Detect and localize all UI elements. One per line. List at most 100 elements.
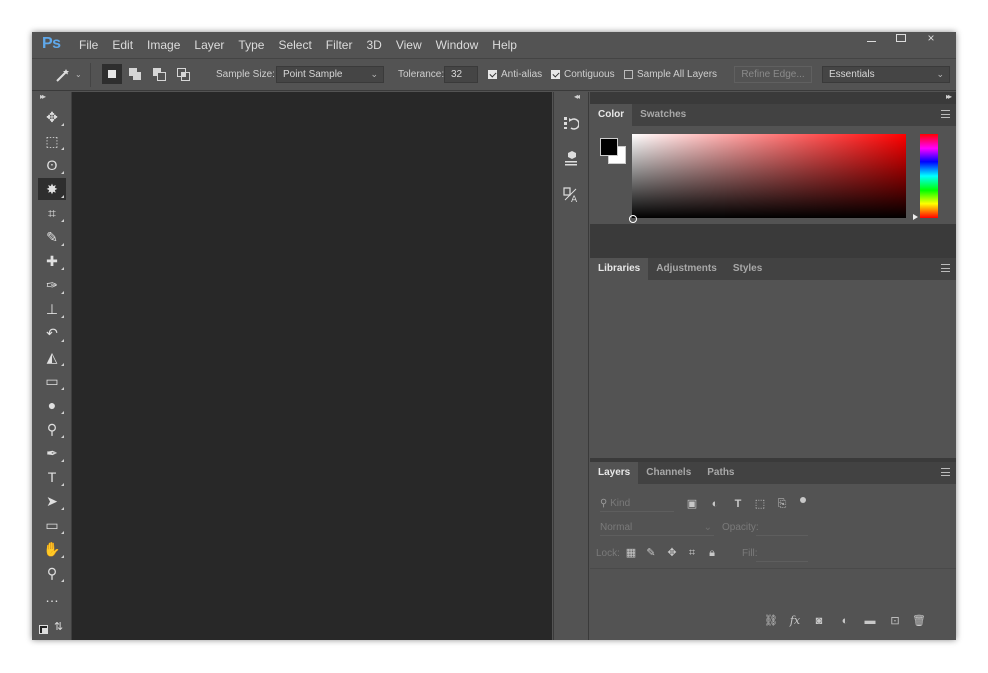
sample-all-layers-checkbox[interactable]: Sample All Layers (624, 59, 717, 90)
minimize-button[interactable] (856, 32, 886, 46)
add-mask-icon[interactable]: ◙ (812, 614, 826, 628)
color-picker-marker[interactable] (629, 215, 637, 223)
history-brush-icon: ↶ (46, 324, 58, 341)
move-tool-button[interactable]: ✥ (38, 106, 66, 128)
menu-type[interactable]: Type (231, 32, 271, 58)
gradient-button[interactable]: ▭ (38, 370, 66, 392)
blur-button[interactable]: ● (38, 394, 66, 416)
eraser-button[interactable]: ◭ (38, 346, 66, 368)
layer-style-fx-icon[interactable]: fx (788, 614, 802, 628)
type-button[interactable]: T (38, 466, 66, 488)
eyedropper-button[interactable]: ✎ (38, 226, 66, 248)
opacity-input[interactable] (756, 520, 808, 536)
menu-file[interactable]: File (72, 32, 105, 58)
close-button[interactable]: × (916, 32, 946, 46)
healing-brush-button[interactable]: ✚ (38, 250, 66, 272)
lock-position-icon[interactable]: ✥ (665, 546, 679, 560)
tolerance-value: 32 (451, 69, 463, 80)
menu-layer[interactable]: Layer (187, 32, 231, 58)
filter-adjustment-icon[interactable]: ◐ (708, 497, 722, 511)
new-selection-button[interactable] (102, 64, 122, 84)
pen-button[interactable]: ✒ (38, 442, 66, 464)
saturation-brightness-field[interactable] (632, 134, 906, 218)
crop-button[interactable]: ⌗ (38, 202, 66, 224)
add-to-selection-button[interactable] (128, 67, 144, 82)
history-brush-button[interactable]: ↶ (38, 322, 66, 344)
hue-slider-handle[interactable] (913, 214, 918, 220)
path-selection-button[interactable]: ➤ (38, 490, 66, 512)
document-canvas-area[interactable] (72, 92, 552, 640)
maximize-button[interactable] (886, 32, 916, 46)
tab-libraries[interactable]: Libraries (590, 258, 649, 280)
expand-panels-icon[interactable]: ◂◂ (574, 92, 580, 101)
lasso-button[interactable]: ʘ (38, 154, 66, 176)
subtract-from-selection-button[interactable] (152, 67, 168, 82)
lock-image-pixels-icon[interactable]: ✎ (644, 546, 658, 560)
menu-bar: Ps File Edit Image Layer Type Select Filter 3D V… (32, 32, 956, 58)
lock-transparent-pixels-icon[interactable]: ▦ (624, 546, 638, 560)
collapse-panel-icon[interactable]: ▸▸ (40, 92, 46, 101)
new-group-icon[interactable]: ▬ (863, 614, 877, 628)
menu-3d[interactable]: 3D (359, 32, 388, 58)
rectangular-marquee-button[interactable]: ⬚ (38, 130, 66, 152)
menu-window[interactable]: Window (429, 32, 486, 58)
hue-slider[interactable] (920, 134, 938, 218)
zoom-button[interactable]: ⚲ (38, 562, 66, 584)
new-layer-icon[interactable]: ⊡ (888, 614, 902, 628)
menu-help[interactable]: Help (485, 32, 524, 58)
magic-wand-button[interactable]: ✸ (38, 178, 66, 200)
fill-input[interactable] (756, 546, 808, 562)
tab-swatches[interactable]: Swatches (632, 104, 694, 126)
menu-list: File Edit Image Layer Type Select Filter 3D View… (72, 32, 524, 58)
new-selection-icon (108, 70, 116, 78)
layer-filter-kind[interactable]: ⚲ Kind (600, 496, 674, 512)
hand-button[interactable]: ✋ (38, 538, 66, 560)
refine-edge-button[interactable]: Refine Edge... (734, 66, 812, 83)
paragraph-panel-button[interactable]: A (558, 182, 584, 208)
clone-stamp-button[interactable]: ⊥ (38, 298, 66, 320)
delete-layer-icon[interactable]: 🗑︎ (912, 614, 926, 628)
lock-artboard-icon[interactable]: ⌗ (685, 546, 699, 560)
swap-colors-icon[interactable]: ⇅ (54, 620, 63, 633)
tab-color[interactable]: Color (590, 104, 633, 126)
filter-shape-icon[interactable]: ⬚ (753, 497, 767, 511)
filter-toggle-icon[interactable] (800, 497, 806, 503)
brush-button[interactable]: ✑ (38, 274, 66, 296)
tolerance-label: Tolerance: (398, 69, 445, 80)
rectangle-shape-button[interactable]: ▭ (38, 514, 66, 536)
tab-adjustments[interactable]: Adjustments (648, 258, 725, 280)
anti-alias-checkbox[interactable]: Anti-alias (488, 59, 542, 90)
dodge-button[interactable]: ⚲ (38, 418, 66, 440)
properties-panel-button[interactable] (558, 146, 584, 172)
menu-view[interactable]: View (389, 32, 429, 58)
more-tools-button[interactable]: … (38, 586, 66, 608)
filter-smart-object-icon[interactable]: ⎘ (775, 497, 789, 511)
intersect-selection-button[interactable] (176, 67, 192, 82)
contiguous-checkbox[interactable]: Contiguous (551, 59, 615, 90)
filter-type-icon[interactable]: T (731, 497, 745, 511)
adjustment-layer-icon[interactable]: ◐ (838, 614, 852, 628)
collapse-dock-icon[interactable]: ▸▸ (946, 92, 952, 101)
right-panel-dock: ▸▸ Color Swatches Libraries Adjustments Sty… (590, 92, 956, 640)
panel-menu-icon[interactable] (941, 468, 950, 476)
menu-edit[interactable]: Edit (105, 32, 140, 58)
panel-menu-icon[interactable] (941, 110, 950, 118)
sample-size-select[interactable]: Point Sample ⌄ (276, 66, 384, 83)
workspace-select[interactable]: Essentials ⌄ (822, 66, 950, 83)
history-panel-button[interactable] (558, 110, 584, 136)
menu-image[interactable]: Image (140, 32, 187, 58)
tab-styles[interactable]: Styles (725, 258, 770, 280)
filter-pixel-icon[interactable]: ▣ (685, 497, 699, 511)
tab-paths[interactable]: Paths (699, 462, 742, 484)
menu-select[interactable]: Select (271, 32, 318, 58)
blend-mode-select[interactable]: Normal ⌄ (600, 520, 714, 536)
layers-panel: Layers Channels Paths ⚲ Kind ▣ ◐ T ⬚ ⎘ Nor… (590, 462, 956, 640)
lock-all-icon[interactable]: 🔒︎ (705, 546, 719, 560)
tool-preset-picker[interactable]: ⌄ (54, 59, 82, 90)
tolerance-input[interactable]: 32 (444, 66, 478, 83)
tab-layers[interactable]: Layers (590, 462, 639, 484)
link-layers-icon[interactable]: ⛓︎ (764, 614, 778, 628)
tab-channels[interactable]: Channels (638, 462, 699, 484)
panel-menu-icon[interactable] (941, 264, 950, 272)
menu-filter[interactable]: Filter (319, 32, 360, 58)
